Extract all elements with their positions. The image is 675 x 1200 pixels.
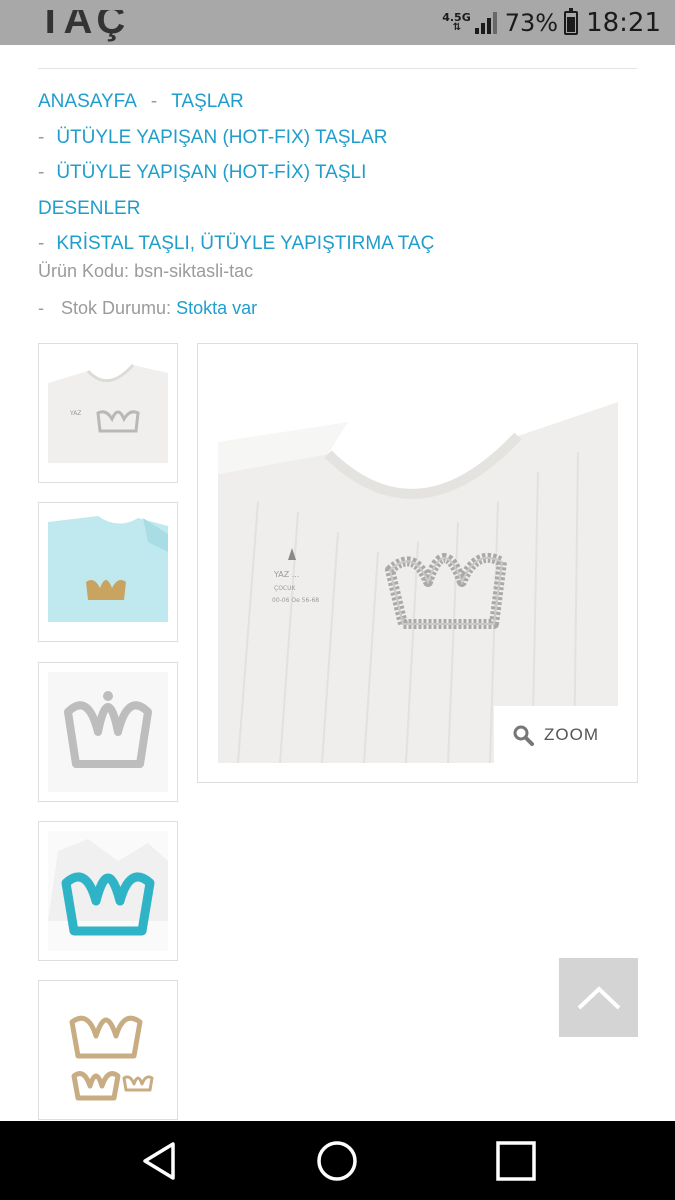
stock-status: - Stok Durumu: Stokta var bbox=[38, 298, 258, 318]
thumbnail-2[interactable] bbox=[38, 502, 178, 642]
breadcrumb-hotfix-desenler-link-cont[interactable]: DESENLER bbox=[38, 198, 140, 219]
back-icon[interactable] bbox=[139, 1140, 181, 1182]
breadcrumb: ANASAYFA - TAŞLAR - ÜTÜYLE YAPIŞAN (HOT-FIX… bbox=[38, 84, 638, 262]
breadcrumb-separator: - bbox=[38, 162, 45, 183]
thumbnail-image bbox=[48, 512, 168, 632]
clock: 18:21 bbox=[586, 7, 661, 38]
back-to-top-button[interactable] bbox=[559, 958, 638, 1037]
thumbnail-image bbox=[48, 831, 168, 951]
product-code-label: Ürün Kodu: bbox=[38, 261, 130, 281]
stock-value: Stokta var bbox=[176, 298, 258, 318]
svg-text:YAZ: YAZ bbox=[69, 410, 81, 417]
zoom-label: ZOOM bbox=[544, 725, 599, 744]
network-type-icon: 4.5G ⇅ bbox=[442, 10, 471, 33]
breadcrumb-separator: - bbox=[38, 126, 45, 148]
svg-text:00-06 Oe 56-68: 00-06 Oe 56-68 bbox=[272, 597, 319, 604]
battery-icon bbox=[564, 7, 579, 35]
thumbnail-image bbox=[48, 672, 168, 792]
battery-percent: 73% bbox=[504, 8, 559, 37]
signal-strength-icon bbox=[474, 11, 497, 34]
thumbnail-image bbox=[48, 990, 168, 1110]
breadcrumb-home-link[interactable]: ANASAYFA bbox=[38, 91, 137, 112]
android-nav-bar bbox=[0, 1121, 675, 1200]
breadcrumb-hotfix-taslar-link[interactable]: ÜTÜYLE YAPIŞAN (HOT-FIX) TAŞLAR bbox=[56, 127, 387, 148]
magnifier-icon bbox=[513, 725, 534, 746]
breadcrumb-hotfix-desenler-link[interactable]: ÜTÜYLE YAPIŞAN (HOT-FİX) TAŞLI bbox=[56, 162, 366, 183]
page-title: TAÇ bbox=[38, 10, 130, 42]
thumbnail-4[interactable] bbox=[38, 821, 178, 961]
svg-text:ÇOCUK: ÇOCUK bbox=[274, 585, 296, 592]
thumbnail-1[interactable]: YAZ bbox=[38, 343, 178, 483]
thumbnail-image: YAZ bbox=[48, 353, 168, 473]
thumbnail-5[interactable] bbox=[38, 980, 178, 1120]
breadcrumb-taslar-link[interactable]: TAŞLAR bbox=[171, 91, 244, 112]
title-divider bbox=[38, 68, 637, 69]
product-code-value: bsn-siktasli-tac bbox=[134, 261, 254, 281]
home-icon[interactable] bbox=[316, 1140, 358, 1182]
breadcrumb-current-link[interactable]: KRİSTAL TAŞLI, ÜTÜYLE YAPIŞTIRMA TAÇ bbox=[56, 233, 434, 254]
breadcrumb-separator: - bbox=[150, 91, 158, 112]
main-product-image[interactable]: YAZ ... ÇOCUK 00-06 Oe 56-68 ZOOM bbox=[197, 343, 638, 783]
breadcrumb-separator: - bbox=[38, 233, 45, 254]
stock-label: Stok Durumu: bbox=[61, 298, 172, 318]
zoom-button[interactable]: ZOOM bbox=[494, 706, 618, 764]
chevron-up-icon bbox=[577, 985, 620, 1009]
svg-text:YAZ ...: YAZ ... bbox=[273, 570, 299, 579]
recent-apps-icon[interactable] bbox=[495, 1140, 537, 1182]
thumbnail-3[interactable] bbox=[38, 662, 178, 802]
product-code: Ürün Kodu: bsn-siktasli-tac bbox=[38, 261, 253, 282]
network-label: 4.5G bbox=[442, 10, 471, 24]
product-photo: YAZ ... ÇOCUK 00-06 Oe 56-68 bbox=[218, 362, 618, 763]
